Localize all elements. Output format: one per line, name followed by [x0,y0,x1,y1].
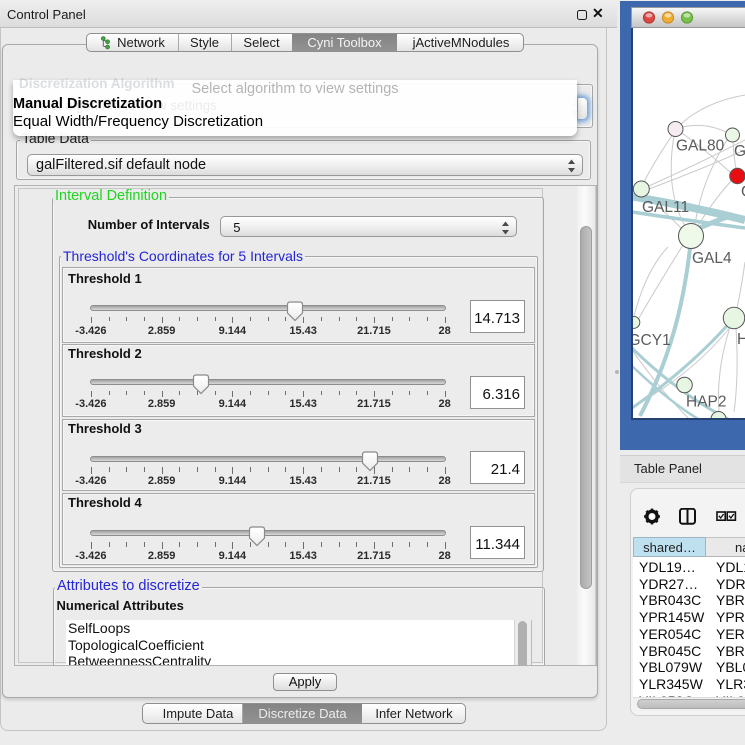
svg-text:HAP2: HAP2 [686,394,727,411]
svg-text:H: H [737,331,745,348]
svg-text:GAL11: GAL11 [642,199,689,216]
svg-text:GAL80: GAL80 [676,138,725,155]
svg-text:GCY1: GCY1 [633,332,671,349]
svg-text:GA: GA [734,143,745,160]
svg-text:G: G [741,184,745,201]
svg-text:GAL4: GAL4 [692,250,732,267]
